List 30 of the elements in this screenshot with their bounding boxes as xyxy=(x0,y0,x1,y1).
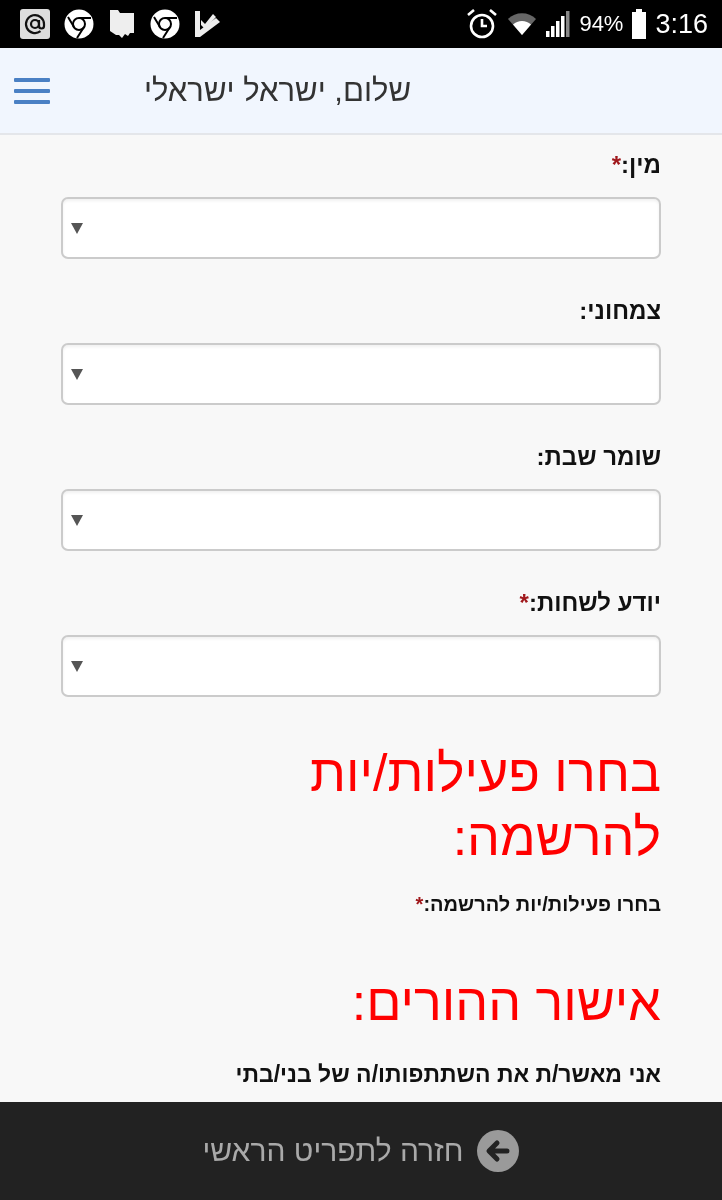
battery-icon xyxy=(632,9,647,39)
field-label: בחרו פעילות/יות להרשמה:* xyxy=(415,892,661,917)
wifi-icon xyxy=(507,12,538,36)
round-logo-icon xyxy=(150,9,180,39)
document-icon xyxy=(108,9,136,39)
select-field[interactable] xyxy=(61,635,661,697)
caret-icon xyxy=(71,368,83,380)
signal-icon xyxy=(546,11,571,37)
caret-icon xyxy=(71,514,83,526)
select-field[interactable] xyxy=(61,489,661,551)
round-logo-icon xyxy=(64,9,94,39)
section-heading: אישור ההורים: xyxy=(351,972,661,1033)
alarm-clock-icon xyxy=(466,8,499,40)
back-to-main-menu-button[interactable]: חזרה לתפריט הראשי xyxy=(202,1130,520,1172)
greeting-title: שלום, ישראל ישראלי xyxy=(144,72,412,109)
battery-percent: 94% xyxy=(579,13,624,35)
check-icon xyxy=(194,10,220,38)
select-field[interactable] xyxy=(61,343,661,405)
consent-text: אני מאשר/ת את השתתפותו/ה של בני/בתי xyxy=(235,1060,661,1088)
clock-time: 3:16 xyxy=(655,10,708,38)
caret-icon xyxy=(71,222,83,234)
field-label: יודע לשחות:* xyxy=(519,588,661,618)
at-sign-icon xyxy=(20,9,50,39)
menu-icon[interactable] xyxy=(14,77,50,104)
field-label: מין:* xyxy=(611,150,661,180)
field-label: צמחוני: xyxy=(579,296,661,326)
caret-icon xyxy=(71,660,83,672)
select-field[interactable] xyxy=(61,197,661,259)
section-heading: בחרו פעילות/יות להרשמה: xyxy=(309,743,661,868)
field-label: שומר שבת: xyxy=(536,442,661,472)
